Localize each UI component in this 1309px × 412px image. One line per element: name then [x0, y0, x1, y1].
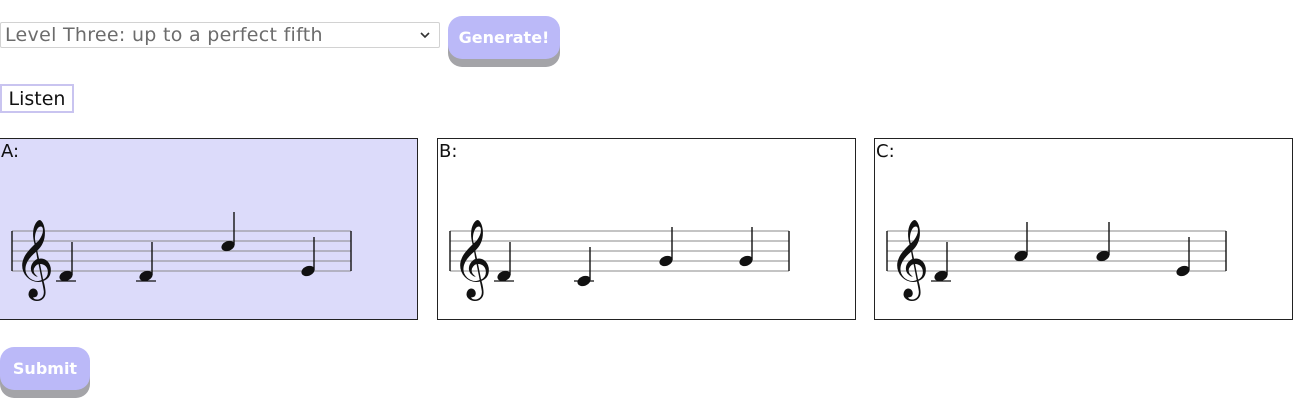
answer-option-a[interactable]: A: 𝄞 [0, 138, 418, 320]
note [1176, 237, 1190, 277]
music-staff: 𝄞 [449, 219, 790, 301]
treble-clef-icon: 𝄞 [889, 219, 929, 301]
note [739, 227, 753, 267]
chevron-down-icon [420, 32, 430, 39]
note [221, 212, 235, 252]
answer-option-b[interactable]: B: 𝄞 [437, 138, 856, 320]
note [659, 227, 673, 267]
note [574, 247, 594, 287]
note [1014, 222, 1028, 262]
level-select-value: Level Three: up to a perfect fifth [5, 24, 323, 46]
generate-button[interactable]: Generate! [448, 16, 560, 59]
submit-button[interactable]: Submit [0, 347, 90, 390]
answer-option-c[interactable]: C: 𝄞 [874, 138, 1293, 320]
music-staff: 𝄞 [886, 219, 1227, 301]
level-select[interactable]: Level Three: up to a perfect fifth [0, 22, 440, 48]
note [1096, 222, 1110, 262]
treble-clef-icon: 𝄞 [452, 219, 492, 301]
treble-clef-icon: 𝄞 [14, 219, 54, 301]
music-staff: 𝄞 [11, 212, 352, 301]
note [136, 242, 156, 282]
page: Level Three: up to a perfect fifth Gener… [0, 0, 1309, 412]
note [301, 237, 315, 277]
note [494, 242, 514, 282]
note [931, 242, 951, 282]
listen-button[interactable]: Listen [0, 84, 74, 113]
note [56, 242, 76, 282]
